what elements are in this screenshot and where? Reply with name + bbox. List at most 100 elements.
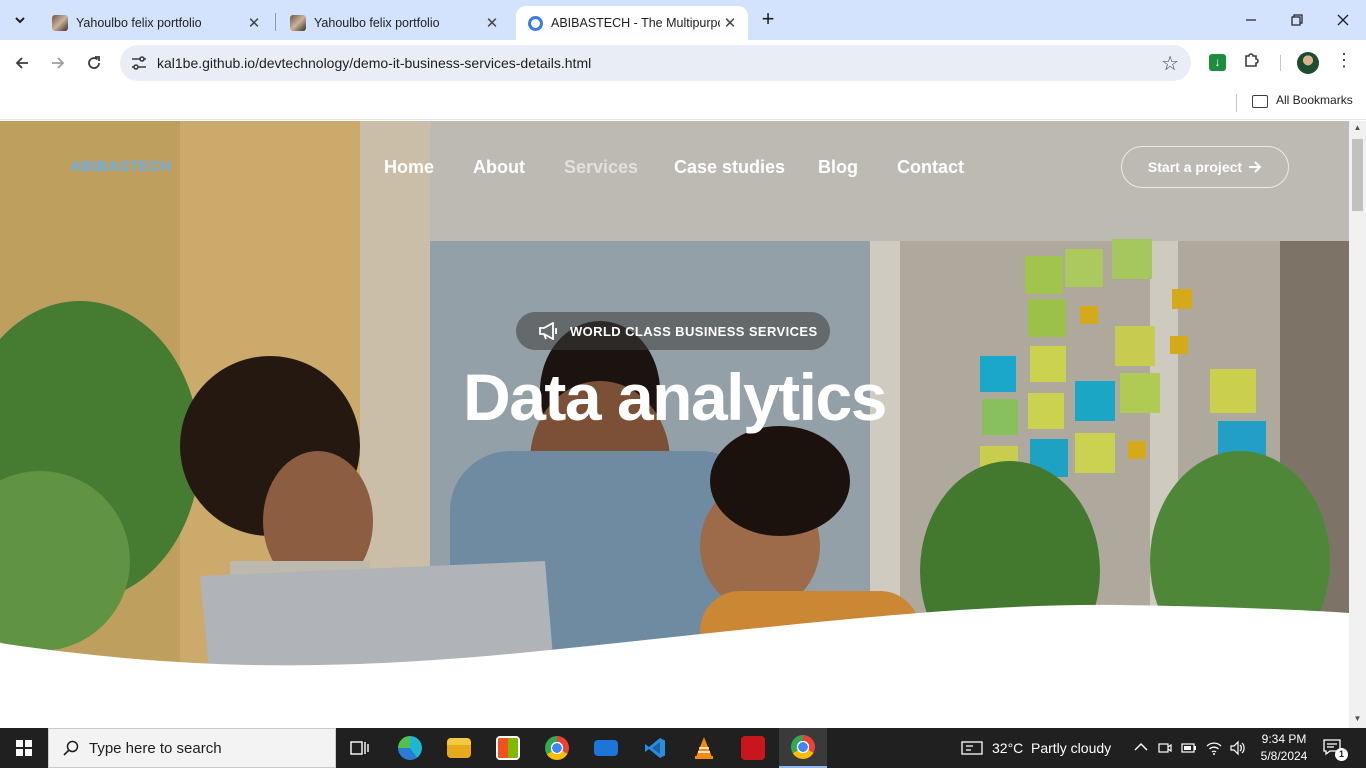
taskbar-edge[interactable] — [386, 728, 434, 768]
hero-title: Data analytics — [463, 360, 887, 434]
weather-description[interactable]: Partly cloudy — [1031, 728, 1111, 768]
battery-icon[interactable] — [1181, 740, 1197, 756]
chrome-icon — [791, 735, 815, 759]
start-button[interactable] — [0, 728, 48, 768]
address-bar[interactable]: kal1be.github.io/devtechnology/demo-it-b… — [120, 45, 1191, 81]
windows-taskbar: Type here to search 32°C Partly cloudy 9… — [0, 728, 1366, 768]
close-window-button[interactable] — [1320, 0, 1366, 40]
scrollbar-thumb[interactable] — [1352, 139, 1363, 211]
close-icon — [1337, 14, 1349, 26]
tab-divider — [275, 13, 276, 31]
tab-search-button[interactable] — [6, 7, 34, 33]
arrow-right-icon — [1249, 161, 1262, 173]
page-scrollbar[interactable]: ▲ ▼ — [1349, 121, 1366, 728]
tab-title: ABIBASTECH - The Multipurpos — [551, 16, 720, 30]
search-icon — [63, 740, 79, 756]
taskbar-chrome-active[interactable] — [779, 728, 827, 768]
restore-icon — [1291, 14, 1303, 26]
weather-icon[interactable] — [961, 740, 985, 756]
site-settings-icon[interactable] — [130, 54, 148, 72]
extensions-puzzle-icon[interactable] — [1243, 50, 1261, 73]
folder-icon — [447, 738, 471, 758]
taskbar-vscode[interactable] — [631, 728, 679, 768]
tab-portfolio-2[interactable]: Yahoulbo felix portfolio ✕ — [278, 6, 510, 40]
all-bookmarks-button[interactable]: All Bookmarks — [1276, 93, 1353, 107]
nav-case-studies[interactable]: Case studies — [674, 157, 785, 178]
close-tab-icon[interactable]: ✕ — [482, 13, 502, 33]
back-button[interactable] — [7, 48, 37, 78]
bookmarks-bar: All Bookmarks — [0, 86, 1366, 120]
volume-icon[interactable] — [1229, 740, 1245, 756]
taskbar-store[interactable] — [484, 728, 532, 768]
show-hidden-icons-icon[interactable] — [1133, 740, 1149, 756]
restore-button[interactable] — [1274, 0, 1320, 40]
taskbar-chrome[interactable] — [533, 728, 581, 768]
notifications-button[interactable]: 1 — [1322, 738, 1348, 761]
toolbar-divider — [1280, 55, 1281, 71]
taskbar-vlc[interactable] — [680, 728, 728, 768]
portfolio-favicon-icon — [290, 15, 306, 31]
mail-icon — [594, 740, 618, 756]
nav-services[interactable]: Services — [564, 157, 638, 178]
reload-button[interactable] — [79, 48, 109, 78]
scroll-up-arrow-icon[interactable]: ▲ — [1349, 123, 1366, 135]
edge-icon — [398, 736, 422, 760]
store-icon — [496, 736, 520, 760]
url-text: kal1be.github.io/devtechnology/demo-it-b… — [157, 55, 592, 71]
taskbar-clock[interactable]: 9:34 PM 5/8/2024 — [1254, 731, 1314, 765]
download-extension-icon[interactable]: ↓ — [1209, 54, 1226, 71]
bookmark-star-icon[interactable]: ☆ — [1161, 51, 1179, 76]
wifi-icon[interactable] — [1206, 740, 1222, 756]
forward-button[interactable] — [43, 48, 73, 78]
nav-contact[interactable]: Contact — [897, 157, 964, 178]
windows-logo-icon — [16, 740, 32, 756]
taskbar-file-explorer[interactable] — [435, 728, 483, 768]
profile-avatar[interactable] — [1297, 52, 1319, 74]
tab-title: Yahoulbo felix portfolio — [314, 16, 440, 30]
minimize-icon — [1246, 19, 1256, 21]
tab-title: Yahoulbo felix portfolio — [76, 16, 202, 30]
megaphone-icon — [539, 322, 557, 340]
nav-about[interactable]: About — [473, 157, 525, 178]
clock-date: 5/8/2024 — [1260, 749, 1308, 763]
new-tab-button[interactable]: + — [756, 8, 780, 32]
portfolio-favicon-icon — [52, 15, 68, 31]
notification-count: 1 — [1335, 748, 1348, 761]
reload-icon — [88, 56, 100, 69]
hero-wave-divider — [0, 604, 1349, 728]
bookmarks-divider — [1236, 94, 1237, 112]
weather-temperature[interactable]: 32°C — [992, 728, 1023, 768]
hero-badge: WORLD CLASS BUSINESS SERVICES — [516, 312, 830, 350]
acrobat-icon — [741, 736, 765, 760]
hero-badge-text: WORLD CLASS BUSINESS SERVICES — [570, 323, 818, 339]
chrome-menu-icon[interactable]: ⋮ — [1334, 50, 1354, 71]
scroll-down-arrow-icon[interactable]: ▼ — [1349, 714, 1366, 726]
tab-abibastech[interactable]: ABIBASTECH - The Multipurpos ✕ — [516, 6, 748, 40]
nav-home[interactable]: Home — [384, 157, 434, 178]
task-view-icon — [350, 741, 369, 755]
chevron-down-icon — [15, 17, 25, 24]
taskbar-acrobat[interactable] — [729, 728, 777, 768]
arrow-right-icon — [52, 57, 65, 69]
folder-icon — [1252, 95, 1268, 108]
task-view-button[interactable] — [336, 728, 384, 768]
start-project-label: Start a project — [1147, 159, 1243, 175]
vlc-icon — [695, 737, 713, 759]
browser-toolbar: kal1be.github.io/devtechnology/demo-it-b… — [0, 40, 1366, 86]
tab-strip: Yahoulbo felix portfolio ✕ Yahoulbo feli… — [0, 0, 1366, 40]
tab-portfolio-1[interactable]: Yahoulbo felix portfolio ✕ — [40, 6, 272, 40]
minimize-button[interactable] — [1228, 0, 1274, 40]
site-logo[interactable]: ABIBASTECH — [70, 158, 171, 175]
taskbar-mail[interactable] — [582, 728, 630, 768]
close-tab-icon[interactable]: ✕ — [720, 13, 740, 33]
web-page: ABIBASTECH Home About Services Case stud… — [0, 121, 1349, 728]
close-tab-icon[interactable]: ✕ — [244, 13, 264, 33]
chrome-favicon-icon — [528, 15, 543, 31]
search-placeholder: Type here to search — [89, 739, 222, 757]
start-project-button[interactable]: Start a project — [1121, 146, 1289, 188]
vscode-icon — [645, 738, 665, 758]
nav-blog[interactable]: Blog — [818, 157, 858, 178]
meet-now-icon[interactable] — [1157, 740, 1173, 756]
arrow-left-icon — [15, 57, 28, 69]
taskbar-search[interactable]: Type here to search — [48, 728, 336, 768]
